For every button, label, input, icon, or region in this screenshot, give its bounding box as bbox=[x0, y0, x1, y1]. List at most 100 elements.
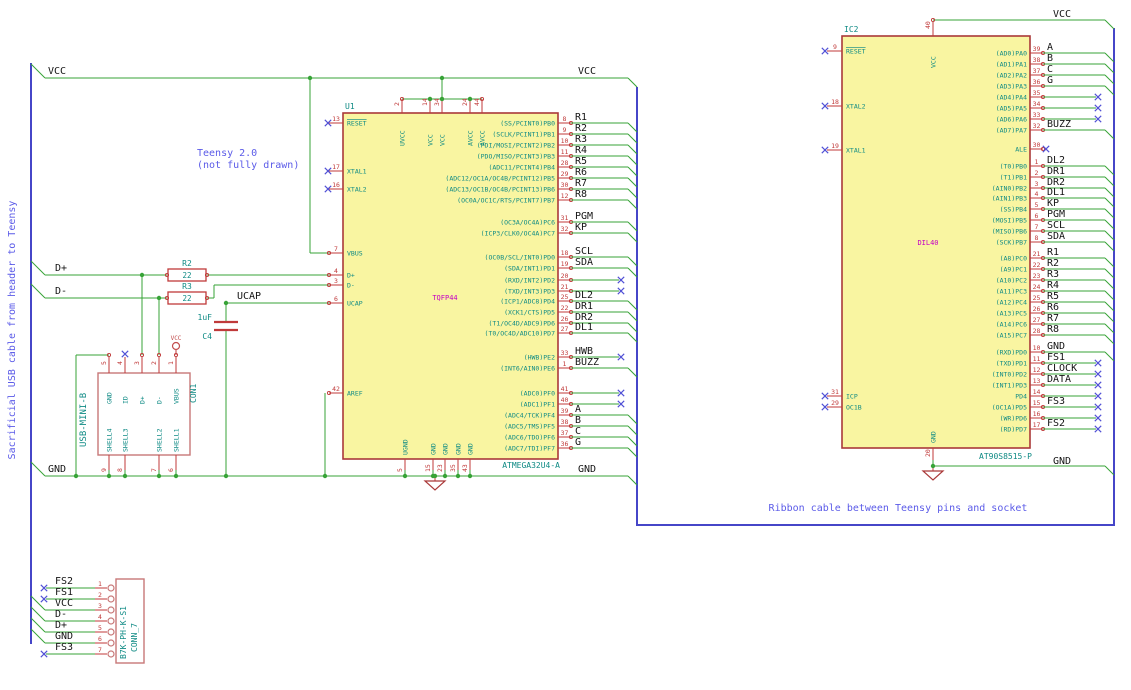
pin-number: 19 bbox=[831, 142, 839, 150]
net-label[interactable]: DL2 bbox=[1047, 155, 1065, 166]
net-label[interactable]: D+ bbox=[55, 263, 67, 274]
net-label[interactable]: DR1 bbox=[1047, 166, 1065, 177]
net-label[interactable]: R3 bbox=[1047, 269, 1059, 280]
pin-number: 1 bbox=[563, 360, 567, 368]
net-label[interactable]: VCC bbox=[55, 598, 73, 609]
net-label[interactable]: HWB bbox=[575, 346, 593, 357]
wire bbox=[1104, 323, 1115, 334]
wire bbox=[1104, 19, 1115, 30]
pin-number: 3 bbox=[1035, 180, 1039, 188]
net-label[interactable]: DL1 bbox=[1047, 187, 1065, 198]
net-label[interactable]: FS2 bbox=[1047, 418, 1065, 429]
net-label[interactable]: UCAP bbox=[237, 291, 261, 302]
net-label[interactable]: R6 bbox=[1047, 302, 1059, 313]
net-label[interactable]: FS2 bbox=[55, 576, 73, 587]
net-label[interactable]: G bbox=[575, 437, 581, 448]
pin-number: 28 bbox=[561, 159, 569, 167]
net-label[interactable]: R2 bbox=[575, 123, 587, 134]
net-label[interactable]: R2 bbox=[1047, 258, 1059, 269]
net-label[interactable]: BUZZ bbox=[575, 357, 599, 368]
net-label[interactable]: R5 bbox=[1047, 291, 1059, 302]
pin-number: 28 bbox=[1033, 327, 1041, 335]
net-label[interactable]: R5 bbox=[575, 156, 587, 167]
net-label[interactable]: DR1 bbox=[575, 301, 593, 312]
pin-name: GND bbox=[430, 443, 438, 455]
pin-number: 7 bbox=[334, 245, 338, 253]
net-label[interactable]: R8 bbox=[575, 189, 587, 200]
pin-name: GND bbox=[467, 443, 475, 455]
pin-name: (ADC4/TCK)PF4 bbox=[504, 411, 555, 419]
net-label[interactable]: A bbox=[1047, 42, 1053, 53]
net-label[interactable]: KP bbox=[575, 222, 587, 233]
net-label[interactable]: GND bbox=[578, 464, 596, 475]
wire bbox=[1104, 301, 1115, 312]
wire bbox=[627, 177, 638, 188]
net-label[interactable]: R1 bbox=[575, 112, 587, 123]
conn7-pin-pad bbox=[107, 584, 115, 592]
net-label[interactable]: SDA bbox=[1047, 231, 1065, 242]
net-label[interactable]: GND bbox=[1047, 341, 1065, 352]
pin-number: 15 bbox=[1033, 399, 1041, 407]
net-label[interactable]: CLOCK bbox=[1047, 363, 1077, 374]
net-label[interactable]: R7 bbox=[1047, 313, 1059, 324]
net-label[interactable]: D+ bbox=[55, 620, 67, 631]
net-label[interactable]: FS3 bbox=[55, 642, 73, 653]
wire bbox=[1104, 268, 1115, 279]
net-label[interactable]: VCC bbox=[1053, 9, 1071, 20]
net-label[interactable]: R7 bbox=[575, 178, 587, 189]
pin-name: SHELL3 bbox=[122, 428, 130, 452]
pin-name: (AD5)PA5 bbox=[996, 104, 1027, 112]
net-label[interactable]: G bbox=[1047, 75, 1053, 86]
net-label[interactable]: D- bbox=[55, 609, 67, 620]
pin-name: (AD6)PA6 bbox=[996, 115, 1027, 123]
net-label[interactable]: B bbox=[575, 415, 581, 426]
net-label[interactable]: SCL bbox=[1047, 220, 1065, 231]
pin-name: AVCC bbox=[467, 130, 475, 146]
net-label[interactable]: R1 bbox=[1047, 247, 1059, 258]
component-ref: R2 bbox=[182, 259, 192, 268]
pin-name: XTAL1 bbox=[347, 167, 367, 175]
pin-name: D- bbox=[156, 396, 164, 404]
net-label[interactable]: DL2 bbox=[575, 290, 593, 301]
pin-number: 25 bbox=[561, 293, 569, 301]
net-label[interactable]: SDA bbox=[575, 257, 593, 268]
net-label[interactable]: B bbox=[1047, 53, 1053, 64]
pin-number: 5 bbox=[1035, 201, 1039, 209]
net-label[interactable]: GND bbox=[1053, 456, 1071, 467]
net-label[interactable]: BUZZ bbox=[1047, 119, 1071, 130]
junction-dot bbox=[930, 463, 936, 469]
net-label[interactable]: PGM bbox=[1047, 209, 1065, 220]
net-label[interactable]: FS3 bbox=[1047, 396, 1065, 407]
net-label[interactable]: A bbox=[575, 404, 581, 415]
pin-number: 32 bbox=[561, 225, 569, 233]
pin-number: 37 bbox=[561, 429, 569, 437]
net-label[interactable]: DATA bbox=[1047, 374, 1071, 385]
net-label[interactable]: GND bbox=[55, 631, 73, 642]
net-label[interactable]: D- bbox=[55, 286, 67, 297]
net-label[interactable]: FS1 bbox=[55, 587, 73, 598]
pin-number: 41 bbox=[561, 385, 569, 393]
net-label[interactable]: DL1 bbox=[575, 322, 593, 333]
conn7-pin-pad bbox=[107, 650, 115, 658]
pin-name: (TXD)PD1 bbox=[996, 359, 1027, 367]
net-label[interactable]: SCL bbox=[575, 246, 593, 257]
net-label[interactable]: GND bbox=[48, 464, 66, 475]
pin-name: (OC1A)PD5 bbox=[992, 403, 1027, 411]
pin-number: 20 bbox=[924, 449, 932, 457]
net-label[interactable]: R3 bbox=[575, 134, 587, 145]
pin-name: (ADC12/OC1A/OC4B/PCINT12)PB5 bbox=[445, 174, 555, 182]
net-label[interactable]: R6 bbox=[575, 167, 587, 178]
net-label[interactable]: PGM bbox=[575, 211, 593, 222]
pin-name: RESET bbox=[846, 47, 866, 55]
pin-name: (A12)PC4 bbox=[996, 298, 1027, 306]
net-label[interactable]: C bbox=[1047, 64, 1053, 75]
net-label[interactable]: R4 bbox=[575, 145, 587, 156]
net-label[interactable]: C bbox=[575, 426, 581, 437]
net-label[interactable]: KP bbox=[1047, 198, 1059, 209]
net-label[interactable]: R4 bbox=[1047, 280, 1059, 291]
net-label[interactable]: FS1 bbox=[1047, 352, 1065, 363]
pin-number: 5 bbox=[98, 624, 102, 632]
net-label[interactable]: R8 bbox=[1047, 324, 1059, 335]
net-label[interactable]: VCC bbox=[578, 66, 596, 77]
net-label[interactable]: VCC bbox=[48, 66, 66, 77]
